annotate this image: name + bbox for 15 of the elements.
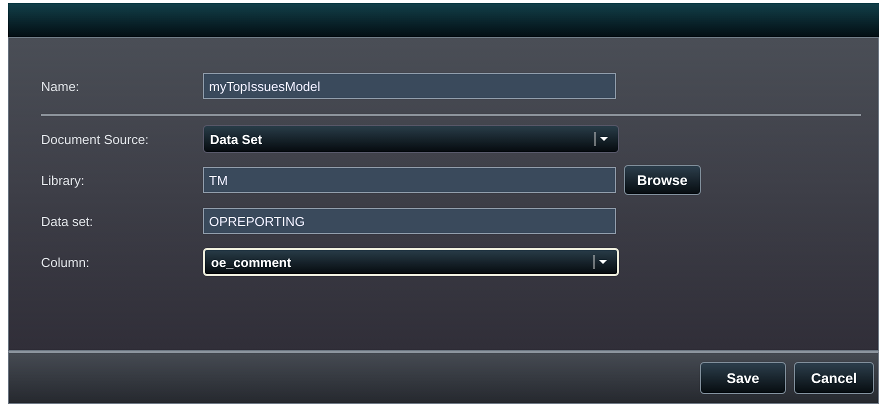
- dialog-button[interactable]: Cancel: [794, 362, 874, 394]
- field-label: Name:: [41, 78, 80, 94]
- field-label: Data set:: [41, 214, 94, 228]
- caret-icon: [594, 132, 610, 146]
- input-field[interactable]: OPREPORTING: [203, 208, 616, 234]
- caret-icon: [593, 255, 609, 269]
- browse-button[interactable]: Browse: [624, 165, 701, 195]
- dialog-button[interactable]: Save: [700, 362, 786, 394]
- dropdown[interactable]: oe_comment: [203, 248, 619, 276]
- input-field[interactable]: myTopIssuesModel: [203, 73, 616, 99]
- field-label: Library:: [41, 172, 86, 188]
- field-label: Document Source:: [41, 132, 150, 146]
- field-label: Column:: [41, 254, 90, 270]
- dropdown[interactable]: Data Set: [203, 125, 619, 153]
- input-field[interactable]: TM: [203, 167, 616, 193]
